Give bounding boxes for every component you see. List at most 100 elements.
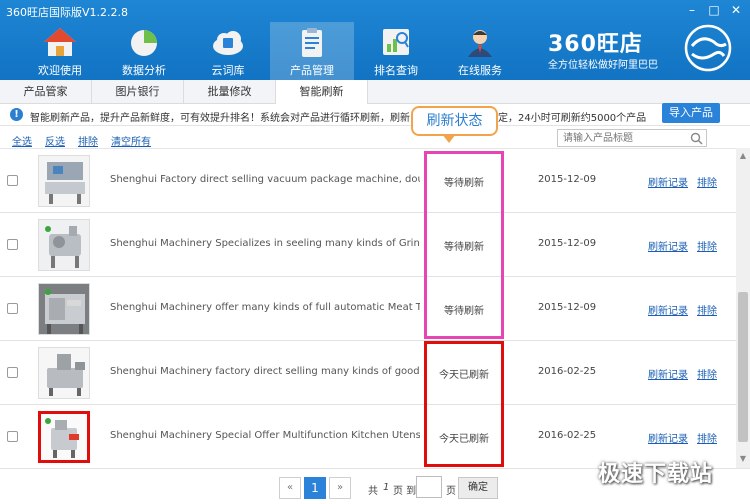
clipboard-icon — [302, 28, 322, 57]
exclude-row-link[interactable]: 排除 — [697, 174, 717, 189]
total-prefix: 共 — [368, 486, 378, 497]
refresh-date: 2016-02-25 — [537, 430, 597, 441]
nav-label: 欢迎使用 — [38, 64, 82, 77]
window-controls: – □ ✕ — [682, 2, 746, 18]
machine-image-icon — [39, 348, 89, 398]
product-thumbnail-highlighted — [38, 411, 90, 463]
refresh-log-link[interactable]: 刷新记录 — [648, 238, 688, 253]
logo-slogan: 全方位轻松做好阿里巴巴 — [548, 60, 658, 71]
nav-product-management[interactable]: 产品管理 — [270, 22, 354, 80]
product-table: Shenghui Factory direct selling vacuum p… — [0, 148, 736, 468]
nav-label: 云词库 — [211, 64, 245, 77]
tab-product-manager[interactable]: 产品管家 — [0, 80, 92, 104]
nav-cloud-words[interactable]: 云词库 — [186, 22, 270, 80]
row-checkbox[interactable] — [7, 367, 18, 378]
scroll-up-icon[interactable]: ▲ — [738, 151, 748, 161]
import-products-button[interactable]: 导入产品 — [662, 103, 720, 123]
nav-online-service[interactable]: 在线服务 — [438, 22, 522, 80]
ranking-search-icon — [383, 29, 409, 55]
refreshed-status-highlight — [424, 341, 504, 467]
refresh-log-link[interactable]: 刷新记录 — [648, 174, 688, 189]
exclude-row-link[interactable]: 排除 — [697, 238, 717, 253]
nav-label: 数据分析 — [122, 64, 166, 77]
scroll-down-icon[interactable]: ▼ — [738, 454, 748, 464]
nav-analytics[interactable]: 数据分析 — [102, 22, 186, 80]
refresh-log-link[interactable]: 刷新记录 — [648, 366, 688, 381]
row-checkbox[interactable] — [7, 175, 18, 186]
sub-nav: 产品管家 图片银行 批量修改 智能刷新 — [0, 80, 750, 104]
pie-chart-icon — [131, 30, 157, 56]
goto-page-input[interactable] — [416, 476, 442, 498]
row-checkbox[interactable] — [7, 303, 18, 314]
nav-welcome[interactable]: 欢迎使用 — [18, 22, 102, 80]
maximize-button[interactable]: □ — [704, 2, 724, 18]
product-name[interactable]: Shenghui Machinery Special Offer Multifu… — [110, 430, 420, 441]
home-icon — [44, 28, 76, 56]
exclude-row-link[interactable]: 排除 — [697, 430, 717, 445]
refresh-date: 2015-12-09 — [537, 238, 597, 249]
product-name[interactable]: Shenghui Machinery factory direct sellin… — [110, 366, 420, 377]
total-suffix: 页 到 — [393, 486, 417, 497]
refresh-date: 2015-12-09 — [537, 174, 597, 185]
scrollbar-thumb[interactable] — [738, 292, 748, 442]
table-scrollbar[interactable]: ▲ ▼ — [736, 148, 750, 468]
tab-batch-edit[interactable]: 批量修改 — [184, 80, 276, 104]
product-name[interactable]: Shenghui Machinery offer many kinds of f… — [110, 302, 420, 313]
nav-label: 产品管理 — [290, 64, 334, 77]
watermark-text: 极速下载站 — [598, 462, 714, 487]
total-pages: 1 — [383, 482, 390, 493]
app-header: 360旺店国际版V1.2.2.8 – □ ✕ 欢迎使用 数据分析 云词库 产品管… — [0, 0, 750, 80]
invert-selection-link[interactable]: 反选 — [45, 133, 65, 148]
prev-page-button[interactable]: « — [279, 477, 301, 499]
clear-all-link[interactable]: 清空所有 — [111, 133, 151, 148]
globe-logo-icon — [684, 24, 732, 72]
cloud-icon — [213, 31, 243, 55]
exclude-link[interactable]: 排除 — [78, 133, 98, 148]
window-title: 360旺店国际版V1.2.2.8 — [6, 6, 129, 19]
product-thumbnail — [38, 155, 90, 207]
info-text-tail: 而定，24小时可刷新约5000个产品 — [488, 113, 647, 124]
tab-smart-refresh[interactable]: 智能刷新 — [276, 80, 368, 104]
search-input[interactable] — [558, 130, 686, 146]
product-name[interactable]: Shenghui Factory direct selling vacuum p… — [110, 174, 420, 185]
machine-image-icon — [39, 284, 89, 334]
callout-pointer — [442, 134, 456, 143]
refresh-date: 2016-02-25 — [537, 366, 597, 377]
select-all-link[interactable]: 全选 — [12, 133, 32, 148]
refresh-log-link[interactable]: 刷新记录 — [648, 302, 688, 317]
info-text: 智能刷新产品，提升产品新鲜度，可有效提升排名！系统会对产品进行循环刷新，刷新 而定… — [30, 109, 658, 124]
main-nav: 欢迎使用 数据分析 云词库 产品管理 排名查询 在线服务 — [18, 22, 522, 80]
table-row: Shenghui Machinery factory direct sellin… — [0, 341, 736, 405]
current-page-button[interactable]: 1 — [304, 477, 326, 499]
support-agent-icon — [468, 30, 492, 57]
product-thumbnail — [38, 283, 90, 335]
tab-image-bank[interactable]: 图片银行 — [92, 80, 184, 104]
exclude-row-link[interactable]: 排除 — [697, 366, 717, 381]
search-icon[interactable] — [690, 132, 703, 145]
product-name[interactable]: Shenghui Machinery Specializes in seelin… — [110, 238, 420, 249]
exclude-row-link[interactable]: 排除 — [697, 302, 717, 317]
info-text-main: 智能刷新产品，提升产品新鲜度，可有效提升排名！系统会对产品进行循环刷新，刷新 — [30, 113, 410, 124]
row-checkbox[interactable] — [7, 431, 18, 442]
logo-name: 360旺店 — [548, 32, 643, 57]
goto-suffix: 页 — [446, 486, 456, 497]
row-checkbox[interactable] — [7, 239, 18, 250]
goto-confirm-button[interactable]: 确定 — [458, 477, 498, 499]
nav-ranking[interactable]: 排名查询 — [354, 22, 438, 80]
refresh-status-callout: 刷新状态 — [411, 106, 498, 136]
minimize-button[interactable]: – — [682, 2, 702, 18]
product-search — [557, 129, 707, 147]
info-icon: ! — [10, 108, 23, 121]
nav-label: 排名查询 — [374, 64, 418, 77]
refresh-log-link[interactable]: 刷新记录 — [648, 430, 688, 445]
product-thumbnail — [38, 347, 90, 399]
machine-image-icon — [41, 414, 87, 460]
table-row: Shenghui Machinery Specializes in seelin… — [0, 213, 736, 277]
table-row: Shenghui Factory direct selling vacuum p… — [0, 149, 736, 213]
close-button[interactable]: ✕ — [726, 2, 746, 18]
machine-image-icon — [39, 220, 89, 270]
machine-image-icon — [39, 156, 89, 206]
brand-logo: 360旺店 全方位轻松做好阿里巴巴 — [548, 24, 732, 74]
nav-label: 在线服务 — [458, 64, 502, 77]
next-page-button[interactable]: » — [329, 477, 351, 499]
